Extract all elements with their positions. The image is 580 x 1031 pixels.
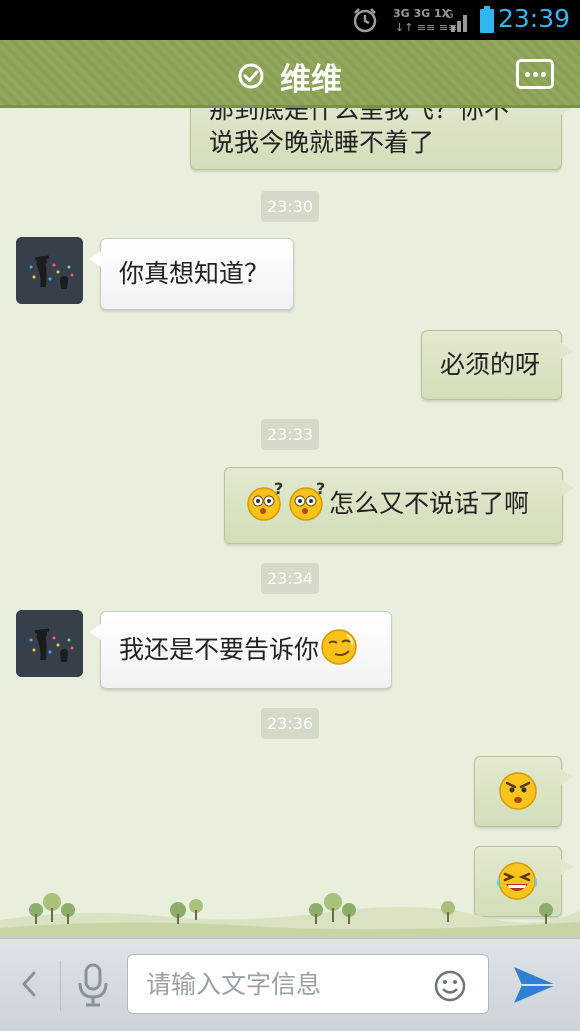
confused-emoji: ? <box>289 480 325 521</box>
status-bar: 3G 3G 1X ↓↑ ≡≡ ≡≡ G 23:39 <box>0 0 580 40</box>
status-clock: 23:39 <box>497 4 570 33</box>
send-icon[interactable] <box>512 965 558 1005</box>
svg-text:?: ? <box>316 480 325 498</box>
message-text: 怎么又不说话了啊 <box>329 489 530 518</box>
message-text: 说我今晚就睡不着了 <box>209 128 435 157</box>
page-title: 维维 <box>280 62 342 98</box>
message-bubble-outgoing[interactable] <box>474 756 573 827</box>
message-bubble-outgoing[interactable]: 必须的呀 <box>421 330 573 400</box>
alarm-icon <box>353 8 377 33</box>
confused-emoji: ? <box>247 480 283 521</box>
message-text: 必须的呀 <box>440 350 541 379</box>
message-bubble-incoming[interactable]: 我还是不要告诉你 <box>89 611 392 689</box>
svg-text:?: ? <box>274 480 283 498</box>
timestamp: 23:30 <box>261 191 319 222</box>
avatar[interactable] <box>16 610 83 677</box>
message-bubble-outgoing[interactable]: 那到底是什么呈我飞？你不 说我今晚就睡不着了 <box>190 108 573 170</box>
svg-text:↓↑ ≡≡ ≡≡: ↓↑ ≡≡ ≡≡ <box>395 21 457 34</box>
microphone-icon[interactable] <box>76 963 110 1007</box>
timestamp: 23:36 <box>261 708 319 739</box>
timestamp: 23:33 <box>261 419 319 450</box>
battery-icon <box>480 6 494 33</box>
message-text: 那到底是什么呈我飞？你不 <box>209 108 510 124</box>
network-icon: 3G 3G 1X ↓↑ ≡≡ ≡≡ G <box>393 7 467 34</box>
check-circle-icon <box>238 63 264 89</box>
message-text: 你真想知道？ <box>119 259 270 288</box>
timestamp: 23:34 <box>261 563 319 594</box>
scenery-decoration <box>0 893 580 938</box>
angry-emoji <box>499 772 537 810</box>
smug-emoji <box>321 629 357 665</box>
divider <box>60 961 61 1011</box>
title-bar: 维维 <box>0 40 580 108</box>
svg-text:G: G <box>445 8 454 21</box>
input-bar <box>0 938 580 1031</box>
message-input[interactable] <box>146 965 416 1003</box>
message-bubble-incoming[interactable]: 你真想知道？ <box>89 238 294 310</box>
svg-text:3G 3G 1X: 3G 3G 1X <box>393 7 451 20</box>
message-text: 我还是不要告诉你 <box>119 635 320 664</box>
chevron-left-icon[interactable] <box>18 967 40 1001</box>
chat-area[interactable]: 那到底是什么呈我飞？你不 说我今晚就睡不着了 23:30 你真想知道？ 必须的呀… <box>0 108 580 938</box>
smiley-icon[interactable] <box>433 969 467 1003</box>
message-bubble-outgoing[interactable]: ? ? 怎么又不说话了啊 <box>224 467 574 544</box>
more-button[interactable] <box>516 59 554 89</box>
avatar[interactable] <box>16 237 83 304</box>
